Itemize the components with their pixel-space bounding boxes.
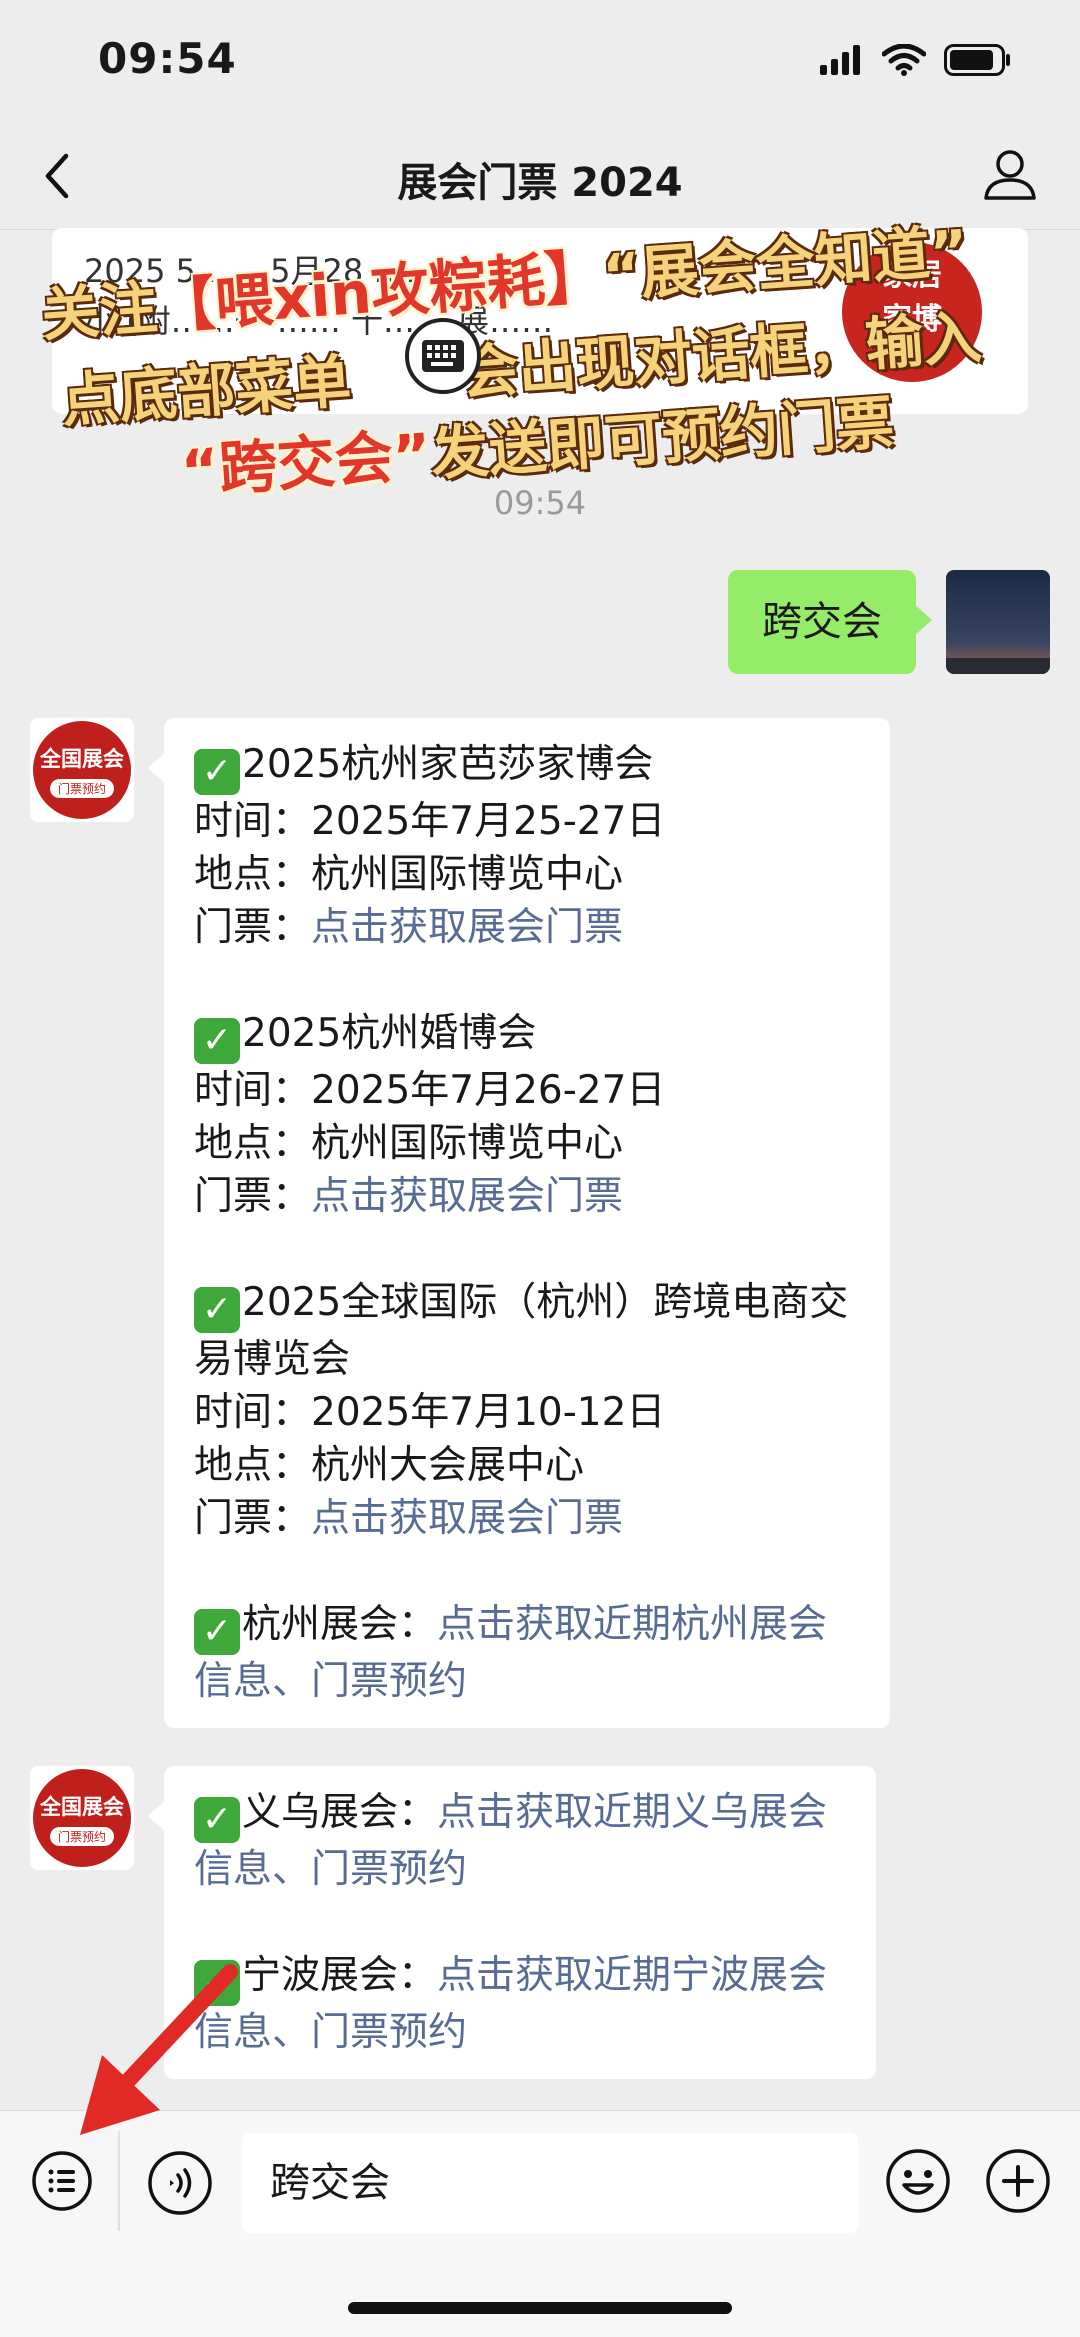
my-avatar[interactable]: [946, 570, 1050, 674]
bot-logo: 全国展会 门票预约: [33, 721, 131, 819]
check-icon: ✓: [194, 1609, 240, 1655]
city-item: ✓ 义乌展会：点击获取近期义乌展会信息、门票预约: [194, 1786, 846, 1896]
moon-avatar-image: [946, 570, 1050, 674]
article-card[interactable]: 2025 5 ……5月28 …… 小 (附……一 …… 十…… 展…… 家居 家…: [52, 228, 1028, 414]
event-ticket: 门票：点击获取展会门票: [194, 1492, 860, 1545]
bot-avatar[interactable]: 全国展会 门票预约: [30, 1766, 134, 1870]
signal-icon: [820, 45, 860, 75]
page-title: 展会门票 2024: [397, 160, 683, 206]
status-bar: 09:54: [0, 0, 1080, 120]
event-place: 地点：杭州国际博览中心: [194, 848, 860, 901]
event-ticket: 门票：点击获取展会门票: [194, 1170, 860, 1223]
event-name-text: 2025杭州婚博会: [242, 1011, 537, 1056]
time-label: 时间：: [194, 1390, 312, 1435]
plus-icon[interactable]: [984, 2147, 1052, 2215]
received-message-bubble: ✓ 2025杭州家芭莎家博会 时间：2025年7月25-27日 地点：杭州国际博览…: [148, 718, 890, 1728]
event-name-text: 2025全球国际（杭州）跨境电商交易博览会: [194, 1280, 849, 1382]
received-message-bubble: ✓义乌展会：点击获取近期义乌展会信息、门票预约 ✓宁波展会：点击获取近期宁波展会…: [148, 1766, 876, 2079]
article-card-thumbnail: 家居 家博: [842, 242, 982, 382]
status-time: 09:54: [98, 34, 237, 83]
message-input[interactable]: [242, 2133, 858, 2233]
event-time: 时间：2025年7月10-12日: [194, 1386, 860, 1439]
status-icons: [820, 44, 1012, 76]
event-place: 地点：杭州国际博览中心: [194, 1117, 860, 1170]
city-label: 杭州展会：: [242, 1602, 438, 1647]
battery-icon: [944, 44, 1010, 76]
bot-avatar[interactable]: 全国展会 门票预约: [30, 718, 134, 822]
time-value: 2025年7月26-27日: [311, 1068, 666, 1113]
time-label: 时间：: [194, 1068, 312, 1113]
message-timestamp: 09:54: [493, 484, 587, 522]
bot-logo: 全国展会 门票预约: [33, 1769, 131, 1867]
check-icon: ✓: [194, 1287, 240, 1333]
ticket-label: 门票：: [194, 1496, 312, 1541]
event-name-text: 2025杭州家芭莎家博会: [242, 742, 654, 787]
event-ticket: 门票：点击获取展会门票: [194, 901, 860, 954]
event-time: 时间：2025年7月25-27日: [194, 795, 860, 848]
bot-logo-subtitle: 门票预约: [49, 779, 114, 798]
profile-icon[interactable]: [980, 144, 1040, 204]
ticket-label: 门票：: [194, 1174, 312, 1219]
place-label: 地点：: [194, 1443, 312, 1488]
event-name: ✓ 2025全球国际（杭州）跨境电商交易博览会: [194, 1276, 860, 1386]
home-indicator[interactable]: [348, 2302, 732, 2314]
annotation-arrow-icon: [80, 1964, 238, 2135]
event-item: ✓ 2025杭州婚博会 时间：2025年7月26-27日 地点：杭州国际博览中心 …: [194, 1007, 860, 1223]
ticket-link[interactable]: 点击获取展会门票: [311, 905, 623, 950]
time-label: 时间：: [194, 799, 312, 844]
article-card-line: 2025 5 ……5月28 ……: [84, 252, 438, 290]
bot-logo-subtitle: 门票预约: [49, 1827, 114, 1846]
event-item: ✓ 2025全球国际（杭州）跨境电商交易博览会 时间：2025年7月10-12日 …: [194, 1276, 860, 1545]
check-icon: ✓: [194, 749, 240, 795]
place-value: 杭州国际博览中心: [311, 1121, 624, 1166]
event-item: ✓ 2025杭州家芭莎家博会 时间：2025年7月25-27日 地点：杭州国际博览…: [194, 738, 860, 954]
place-value: 杭州大会展中心: [311, 1443, 585, 1488]
event-time: 时间：2025年7月26-27日: [194, 1064, 860, 1117]
city-item: ✓ 杭州展会：点击获取近期杭州展会信息、门票预约: [194, 1598, 860, 1708]
city-label: 义乌展会：: [242, 1790, 438, 1835]
place-label: 地点：: [194, 1121, 312, 1166]
place-label: 地点：: [194, 852, 312, 897]
city-item: ✓宁波展会：点击获取近期宁波展会信息、门票预约: [194, 1949, 846, 2059]
check-icon: ✓: [194, 1018, 240, 1064]
check-icon: ✓: [194, 1797, 240, 1843]
time-value: 2025年7月10-12日: [311, 1390, 666, 1435]
thumbnail-text: 家居: [882, 258, 942, 293]
time-value: 2025年7月25-27日: [311, 799, 666, 844]
nav-bar: 展会门票 2024: [0, 120, 1080, 230]
place-value: 杭州国际博览中心: [311, 852, 624, 897]
article-card-text: 2025 5 ……5月28 …… 小 (附……一 …… 十…… 展……: [84, 246, 864, 346]
bot-logo-title: 全国展会: [40, 1795, 124, 1819]
ticket-label: 门票：: [194, 905, 312, 950]
event-name: ✓ 2025杭州婚博会: [194, 1007, 860, 1064]
thumbnail-text: 家博: [882, 302, 942, 337]
ticket-link[interactable]: 点击获取展会门票: [311, 1496, 623, 1541]
bot-logo-title: 全国展会: [40, 747, 124, 771]
emoji-icon[interactable]: [884, 2147, 952, 2215]
ticket-link[interactable]: 点击获取展会门票: [311, 1174, 623, 1219]
article-card-line: 小 (附……一 …… 十…… 展……: [84, 302, 554, 340]
event-place: 地点：杭州大会展中心: [194, 1439, 860, 1492]
wifi-icon: [882, 44, 926, 76]
city-label: 宁波展会：: [242, 1953, 438, 1998]
event-name: ✓ 2025杭州家芭莎家博会: [194, 738, 860, 795]
sent-message-bubble[interactable]: 跨交会: [728, 570, 932, 674]
